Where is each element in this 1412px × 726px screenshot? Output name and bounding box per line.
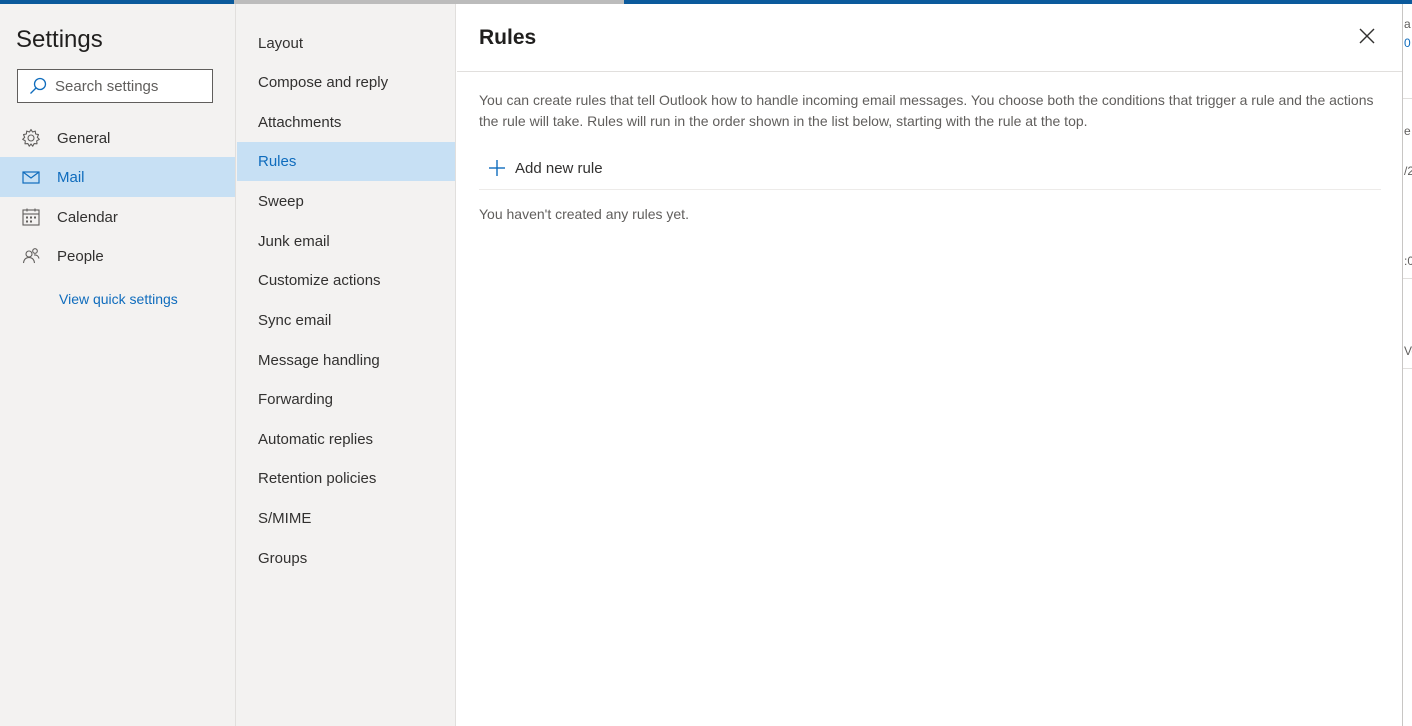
rules-description: You can create rules that tell Outlook h…: [479, 92, 1374, 129]
subnav-item-sync-email[interactable]: Sync email: [237, 301, 455, 340]
sidebar-item-mail[interactable]: Mail: [0, 157, 235, 197]
subnav-item-automatic-replies[interactable]: Automatic replies: [237, 420, 455, 459]
gear-icon: [22, 128, 40, 147]
background-text-fragment: :0: [1404, 254, 1412, 268]
subnav-item-sweep[interactable]: Sweep: [237, 182, 455, 221]
search-settings-input[interactable]: [55, 77, 205, 95]
sidebar-item-label: People: [57, 247, 104, 265]
sidebar-item-label: Calendar: [57, 208, 118, 226]
subnav-item-retention-policies[interactable]: Retention policies: [237, 459, 455, 498]
mail-settings-subnav: Layout Compose and reply Attachments Rul…: [236, 4, 456, 726]
subnav-item-smime[interactable]: S/MIME: [237, 499, 455, 538]
settings-title: Settings: [16, 26, 103, 53]
close-icon[interactable]: [1355, 24, 1379, 48]
people-icon: [22, 248, 40, 264]
page-title: Rules: [479, 26, 537, 49]
background-text-fragment: a: [1404, 17, 1411, 31]
add-new-rule-button[interactable]: Add new rule: [487, 154, 603, 182]
settings-sidebar: Settings General Mail: [0, 4, 236, 726]
subnav-item-rules[interactable]: Rules: [237, 142, 455, 181]
background-divider: [1403, 278, 1412, 279]
subnav-item-layout[interactable]: Layout: [237, 24, 455, 63]
subnav-item-junk-email[interactable]: Junk email: [237, 222, 455, 261]
background-divider: [1403, 98, 1412, 99]
calendar-icon: [22, 208, 40, 226]
header-divider: [457, 71, 1402, 72]
rules-panel: Rules You can create rules that tell Out…: [457, 4, 1402, 726]
subnav-item-forwarding[interactable]: Forwarding: [237, 380, 455, 419]
sidebar-item-label: Mail: [57, 168, 85, 186]
plus-icon: [489, 160, 505, 176]
rules-list-divider: [479, 189, 1381, 190]
empty-rules-message: You haven't created any rules yet.: [479, 206, 689, 222]
sidebar-item-people[interactable]: People: [0, 236, 235, 276]
subnav-item-message-handling[interactable]: Message handling: [237, 341, 455, 380]
view-quick-settings-link[interactable]: View quick settings: [59, 291, 178, 307]
background-app-edge: a 0 e /2 :0 Ve: [1402, 4, 1412, 726]
sidebar-item-calendar[interactable]: Calendar: [0, 197, 235, 237]
search-settings-box[interactable]: [17, 69, 213, 103]
background-text-fragment: 0: [1404, 36, 1411, 50]
mail-icon: [22, 171, 40, 184]
add-new-rule-label: Add new rule: [515, 159, 603, 177]
sidebar-item-general[interactable]: General: [0, 118, 235, 158]
subnav-item-groups[interactable]: Groups: [237, 539, 455, 578]
background-text-fragment: /2: [1404, 164, 1412, 178]
background-text-fragment: e: [1404, 124, 1411, 138]
subnav-item-compose-and-reply[interactable]: Compose and reply: [237, 63, 455, 102]
subnav-item-customize-actions[interactable]: Customize actions: [237, 261, 455, 300]
sidebar-item-label: General: [57, 129, 111, 147]
background-divider: [1403, 368, 1412, 369]
subnav-item-attachments[interactable]: Attachments: [237, 103, 455, 142]
background-text-fragment: Ve: [1404, 344, 1412, 358]
search-icon: [30, 77, 47, 94]
